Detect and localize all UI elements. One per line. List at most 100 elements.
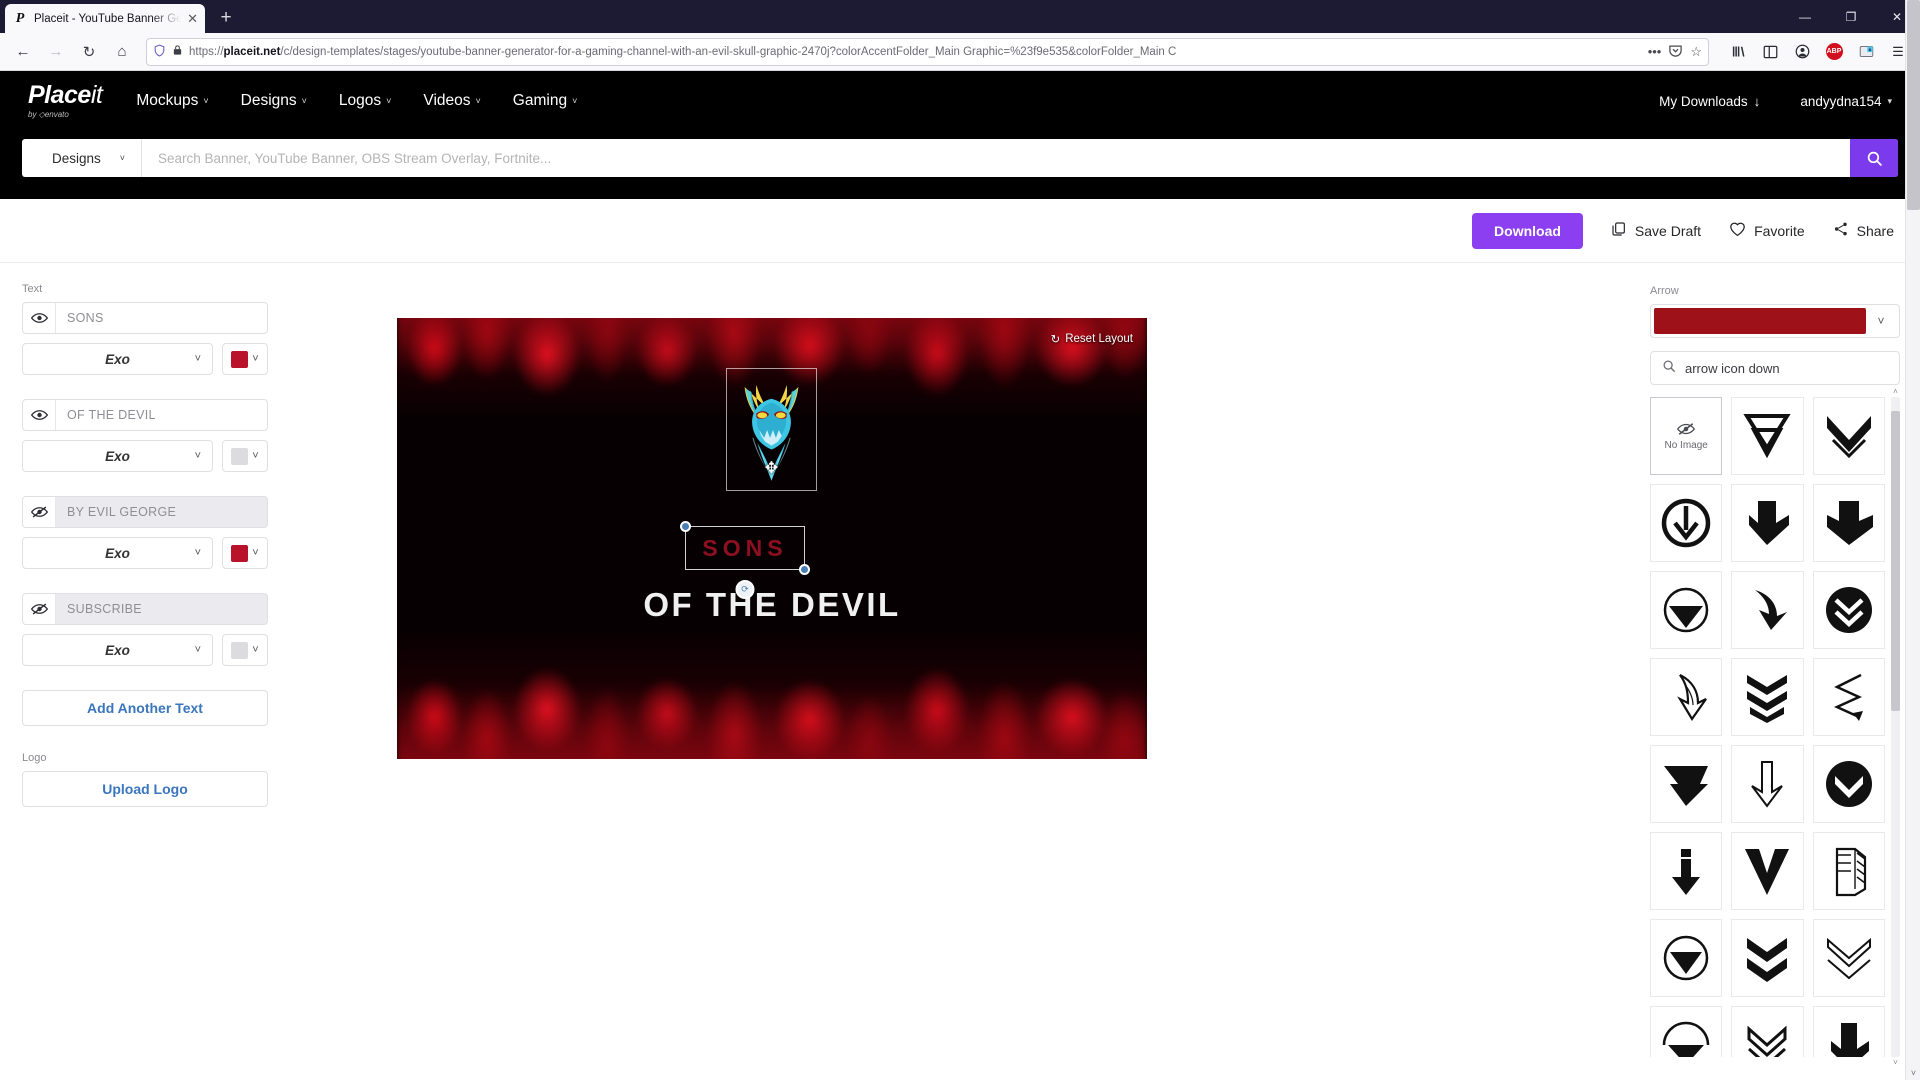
- placeit-logo[interactable]: Placeit by ◇envato: [28, 83, 103, 120]
- nav-mockups[interactable]: Mockups ˅: [136, 92, 208, 110]
- user-menu[interactable]: andyydna154 ▾: [1800, 94, 1892, 109]
- browser-tab[interactable]: P Placeit - YouTube Banner Gene ✕: [5, 4, 205, 33]
- color-select-by-evil-george[interactable]: ˅: [222, 537, 268, 569]
- font-select-of-the-devil[interactable]: Exo ˅: [22, 440, 213, 472]
- icon-search-field[interactable]: [1650, 351, 1900, 385]
- nav-gaming[interactable]: Gaming ˅: [513, 92, 578, 110]
- forward-icon[interactable]: →: [41, 37, 71, 67]
- toggle-visibility-by-evil-george[interactable]: [23, 497, 56, 527]
- bookmark-star-icon[interactable]: ☆: [1690, 44, 1702, 60]
- scroll-up-icon[interactable]: ˄: [1891, 387, 1900, 396]
- icon-option-circle-triangle-down-alt[interactable]: [1650, 919, 1723, 997]
- text-value-sons[interactable]: [56, 303, 267, 333]
- reset-layout-button[interactable]: ↻ Reset Layout: [1051, 332, 1133, 346]
- color-select-of-the-devil[interactable]: ˅: [222, 440, 268, 472]
- maximize-button[interactable]: ❐: [1828, 0, 1874, 33]
- adblock-icon[interactable]: ABP: [1820, 38, 1848, 66]
- search-category-select[interactable]: Designs ˅: [22, 139, 142, 177]
- icon-option-triangle-arrow-down[interactable]: [1650, 745, 1723, 823]
- scroll-down-icon[interactable]: ˅: [1891, 1058, 1900, 1067]
- toggle-visibility-sons[interactable]: [23, 303, 56, 333]
- screenshot-icon[interactable]: [1852, 38, 1880, 66]
- skull-graphic-selection[interactable]: ✥: [726, 368, 817, 491]
- icon-grid-scrollbar[interactable]: ˄ ˅: [1891, 387, 1900, 1067]
- text-style-row: Exo ˅ ˅: [22, 343, 268, 375]
- icon-option-circle-triangle-down[interactable]: [1650, 571, 1723, 649]
- home-icon[interactable]: ⌂: [107, 37, 137, 67]
- icon-option-chevron-pair-down[interactable]: [1731, 1006, 1804, 1057]
- page-scroll-down-icon[interactable]: ˅: [1906, 1068, 1920, 1078]
- icon-option-circle-arrow-down[interactable]: [1650, 484, 1723, 562]
- back-icon[interactable]: ←: [8, 37, 38, 67]
- font-select-by-evil-george[interactable]: Exo ˅: [22, 537, 213, 569]
- page-scrollbar[interactable]: ˄ ˅: [1905, 0, 1920, 1080]
- reload-icon[interactable]: ↻: [74, 37, 104, 67]
- color-select-sons[interactable]: ˅: [222, 343, 268, 375]
- rotate-handle[interactable]: ⟳: [735, 580, 755, 599]
- save-draft-button[interactable]: Save Draft: [1611, 221, 1701, 240]
- text-value-of-the-devil[interactable]: [56, 400, 267, 430]
- resize-handle-top-left[interactable]: [680, 521, 691, 532]
- icon-option-half-circle[interactable]: [1650, 1006, 1723, 1057]
- nav-videos[interactable]: Videos ˅: [423, 92, 480, 110]
- url-bar[interactable]: https://placeit.net/c/design-templates/s…: [146, 37, 1709, 66]
- icon-option-curved-arrow-down[interactable]: [1731, 571, 1804, 649]
- headline-text-selection[interactable]: SONS ⟳: [680, 521, 810, 599]
- page-scroll-thumb[interactable]: [1907, 0, 1920, 210]
- icon-option-bar-arrow-down[interactable]: [1650, 832, 1723, 910]
- favorite-button[interactable]: Favorite: [1729, 221, 1805, 240]
- toggle-visibility-of-the-devil[interactable]: [23, 400, 56, 430]
- icon-option-outline-arrow-down[interactable]: [1731, 745, 1804, 823]
- icon-option-double-chevron-down[interactable]: [1731, 919, 1804, 997]
- resize-handle-bottom-right[interactable]: [799, 564, 810, 575]
- search-submit-button[interactable]: [1850, 139, 1898, 177]
- add-another-text-button[interactable]: Add Another Text: [22, 690, 268, 726]
- account-icon[interactable]: [1788, 38, 1816, 66]
- icon-grid-scroll-thumb[interactable]: [1891, 411, 1900, 711]
- subline-text[interactable]: OF THE DEVIL: [397, 586, 1147, 624]
- download-button[interactable]: Download: [1472, 212, 1583, 249]
- icon-option-sketch-curved-arrow[interactable]: [1650, 658, 1723, 736]
- icon-option-solid-arrow-down[interactable]: [1731, 484, 1804, 562]
- nav-logos[interactable]: Logos ˅: [339, 92, 392, 110]
- color-select-subscribe[interactable]: ˅: [222, 634, 268, 666]
- lock-icon[interactable]: [172, 44, 183, 59]
- library-icon[interactable]: [1724, 38, 1752, 66]
- icon-search-input[interactable]: [1685, 360, 1888, 376]
- search-input[interactable]: [142, 139, 1850, 177]
- icon-option-sketch-chevron-down[interactable]: [1812, 919, 1885, 997]
- icon-option-bold-arrow-down[interactable]: [1812, 1006, 1885, 1057]
- sidebar-icon[interactable]: [1756, 38, 1784, 66]
- url-text[interactable]: https://placeit.net/c/design-templates/s…: [189, 46, 1642, 58]
- minimize-button[interactable]: —: [1782, 0, 1828, 33]
- my-downloads-button[interactable]: My Downloads ↓: [1659, 94, 1760, 109]
- banner-preview[interactable]: ↻ Reset Layout ✥ SONS ⟳ OF THE DEVIL: [397, 318, 1147, 759]
- chevron-down-icon: ˅: [252, 547, 259, 559]
- nav-designs[interactable]: Designs ˅: [241, 92, 307, 110]
- toggle-visibility-subscribe[interactable]: [23, 594, 56, 624]
- pocket-icon[interactable]: [1668, 43, 1683, 61]
- icon-option-v-arrow-down[interactable]: [1731, 832, 1804, 910]
- text-value-by-evil-george[interactable]: [56, 497, 267, 527]
- icon-option-no-image[interactable]: No Image: [1650, 397, 1723, 475]
- text-value-subscribe[interactable]: [56, 594, 267, 624]
- new-tab-button[interactable]: +: [211, 3, 241, 32]
- icon-option-circle-chevron-down[interactable]: [1812, 745, 1885, 823]
- share-button[interactable]: Share: [1833, 221, 1894, 240]
- logo-section-label: Logo: [22, 752, 47, 764]
- icon-option-thick-chevron-down[interactable]: [1812, 397, 1885, 475]
- upload-logo-button[interactable]: Upload Logo: [22, 771, 268, 807]
- font-select-sons[interactable]: Exo ˅: [22, 343, 213, 375]
- icon-option-double-triangle-down[interactable]: [1731, 397, 1804, 475]
- icon-option-circle-double-chevron-down[interactable]: [1812, 571, 1885, 649]
- icon-option-zigzag-arrow-down[interactable]: [1812, 658, 1885, 736]
- font-select-subscribe[interactable]: Exo ˅: [22, 634, 213, 666]
- icon-option-triple-chevron-down[interactable]: [1731, 658, 1804, 736]
- canvas-area: ↻ Reset Layout ✥ SONS ⟳ OF THE DEVIL: [290, 263, 1630, 1080]
- shield-icon[interactable]: [153, 44, 166, 60]
- close-tab-icon[interactable]: ✕: [187, 12, 198, 25]
- icon-option-sketch-block-arrow[interactable]: [1812, 832, 1885, 910]
- page-actions-icon[interactable]: •••: [1648, 44, 1662, 59]
- icon-option-solid-arrow-down-wide[interactable]: [1812, 484, 1885, 562]
- arrow-color-select[interactable]: ˅: [1650, 304, 1900, 338]
